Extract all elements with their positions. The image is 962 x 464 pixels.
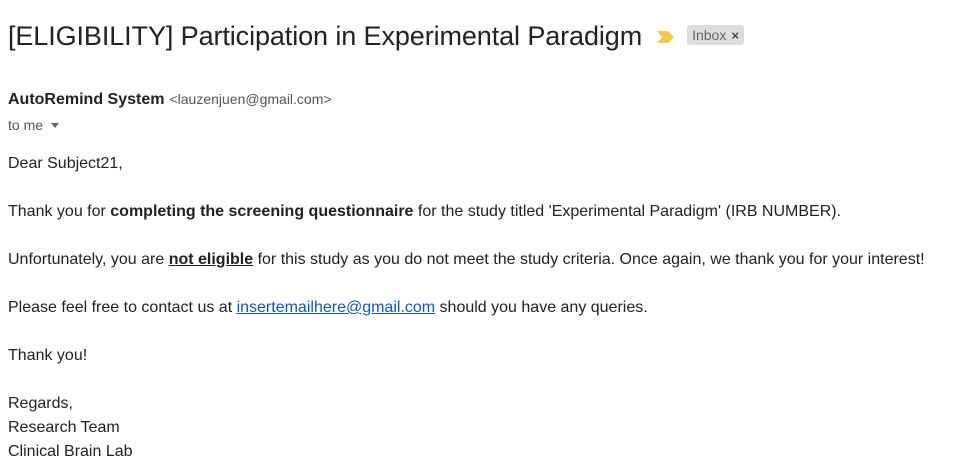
p1-bold-text: completing the screening questionnaire <box>110 203 414 220</box>
recipient-label: to me <box>8 117 44 133</box>
p3-text-start: Please feel free to contact us at <box>8 299 237 316</box>
regards-line: Regards, <box>8 395 73 412</box>
inbox-label-text: Inbox <box>692 27 727 43</box>
greeting-line: Dear Subject21, <box>8 155 123 172</box>
subject-row: [ELIGIBILITY] Participation in Experimen… <box>8 18 744 54</box>
lab-line: Clinical Brain Lab <box>8 443 133 460</box>
body-paragraph-2: Unfortunately, you are not eligible for … <box>8 248 925 272</box>
recipient-details-toggle[interactable]: to me <box>8 117 60 133</box>
p1-text-end: for the study titled 'Experimental Parad… <box>413 203 842 220</box>
sender-email: <lauzenjuen@gmail.com> <box>169 91 332 107</box>
sender-row: AutoRemind System <lauzenjuen@gmail.com> <box>8 91 332 109</box>
importance-marker-icon[interactable] <box>656 30 675 44</box>
contact-email-link[interactable]: insertemailhere@gmail.com <box>237 299 436 316</box>
not-eligible-emphasis: not eligible <box>168 251 254 268</box>
thank-you-line: Thank you! <box>8 347 88 364</box>
email-subject: [ELIGIBILITY] Participation in Experimen… <box>8 20 643 51</box>
body-paragraph-1: Thank you for completing the screening q… <box>8 200 925 224</box>
remove-label-icon[interactable]: × <box>731 28 739 43</box>
body-paragraph-3: Please feel free to contact us at insert… <box>8 296 925 320</box>
p2-text-start: Unfortunately, you are <box>8 251 169 268</box>
p3-text-end: should you have any queries. <box>435 299 648 316</box>
team-line: Research Team <box>8 419 120 436</box>
inbox-label-chip[interactable]: Inbox × <box>687 25 744 45</box>
p2-text-end: for this study as you do not meet the st… <box>253 251 925 268</box>
chevron-down-icon[interactable] <box>51 122 60 128</box>
p1-text-start: Thank you for <box>8 203 111 220</box>
signature-block: Regards, Research Team Clinical Brain La… <box>8 392 925 464</box>
email-body: Dear Subject21, Thank you for completing… <box>8 152 925 464</box>
sender-name: AutoRemind System <box>8 91 165 108</box>
